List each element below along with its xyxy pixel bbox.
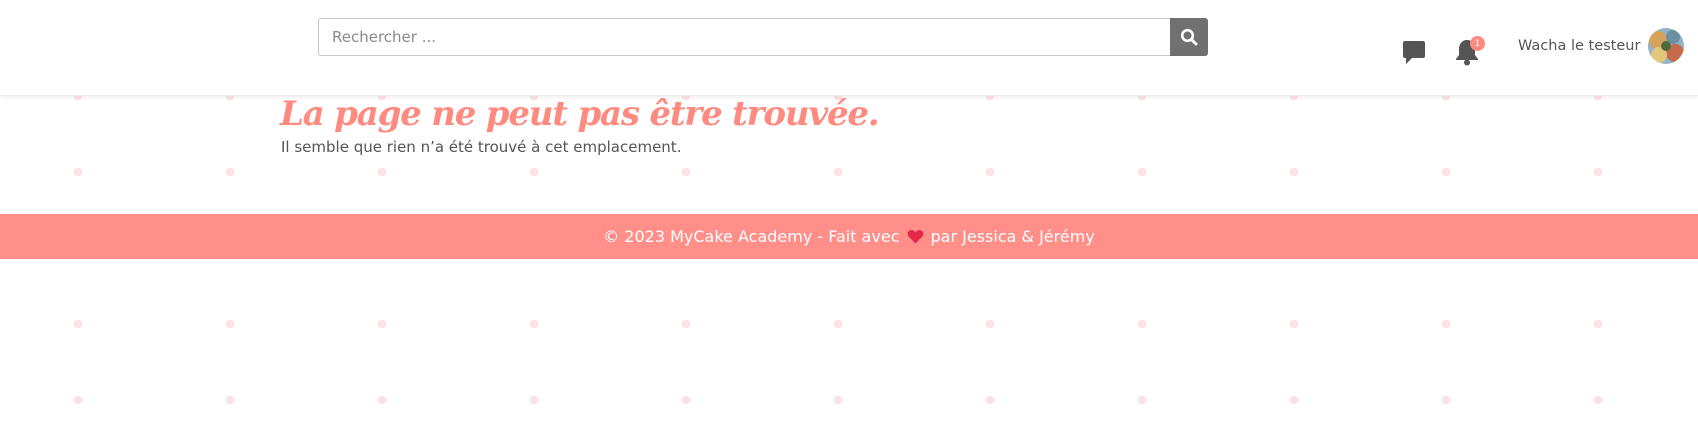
heart-icon (907, 229, 924, 244)
search-button[interactable] (1170, 18, 1208, 56)
search-icon (1180, 28, 1198, 46)
search-input[interactable] (318, 18, 1170, 56)
messages-button[interactable] (1402, 40, 1426, 66)
avatar-image (1648, 28, 1684, 64)
chat-icon (1403, 41, 1425, 64)
footer: © 2023 MyCake Academy - Fait avec par Je… (0, 214, 1698, 259)
notification-badge: 1 (1470, 36, 1485, 51)
top-header: 1 Wacha le testeur (0, 0, 1698, 96)
footer-copyright: © 2023 MyCake Academy - Fait avec (603, 227, 900, 246)
page-subtitle: Il semble que rien n’a été trouvé à cet … (281, 138, 682, 156)
search-form (318, 18, 1208, 56)
page-title: La page ne peut pas être trouvée. (280, 94, 880, 134)
user-name[interactable]: Wacha le testeur (1518, 38, 1640, 54)
footer-authors: par Jessica & Jérémy (930, 227, 1095, 246)
avatar[interactable] (1648, 28, 1684, 64)
